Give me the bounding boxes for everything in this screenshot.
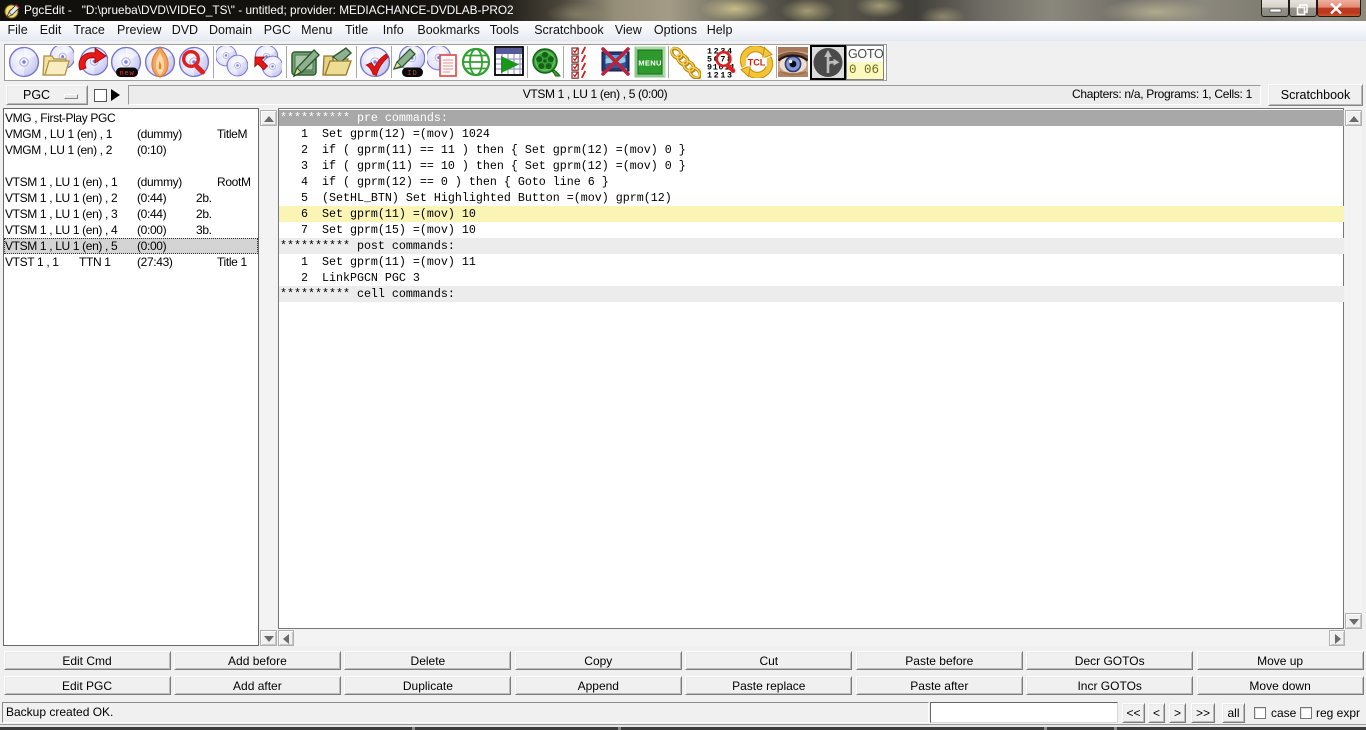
svg-text:new: new — [119, 70, 134, 78]
svg-text:1213: 1213 — [707, 71, 732, 80]
svg-text:MENU: MENU — [638, 59, 662, 68]
svg-text:ID: ID — [407, 70, 418, 78]
svg-text:TCL: TCL — [748, 58, 766, 68]
